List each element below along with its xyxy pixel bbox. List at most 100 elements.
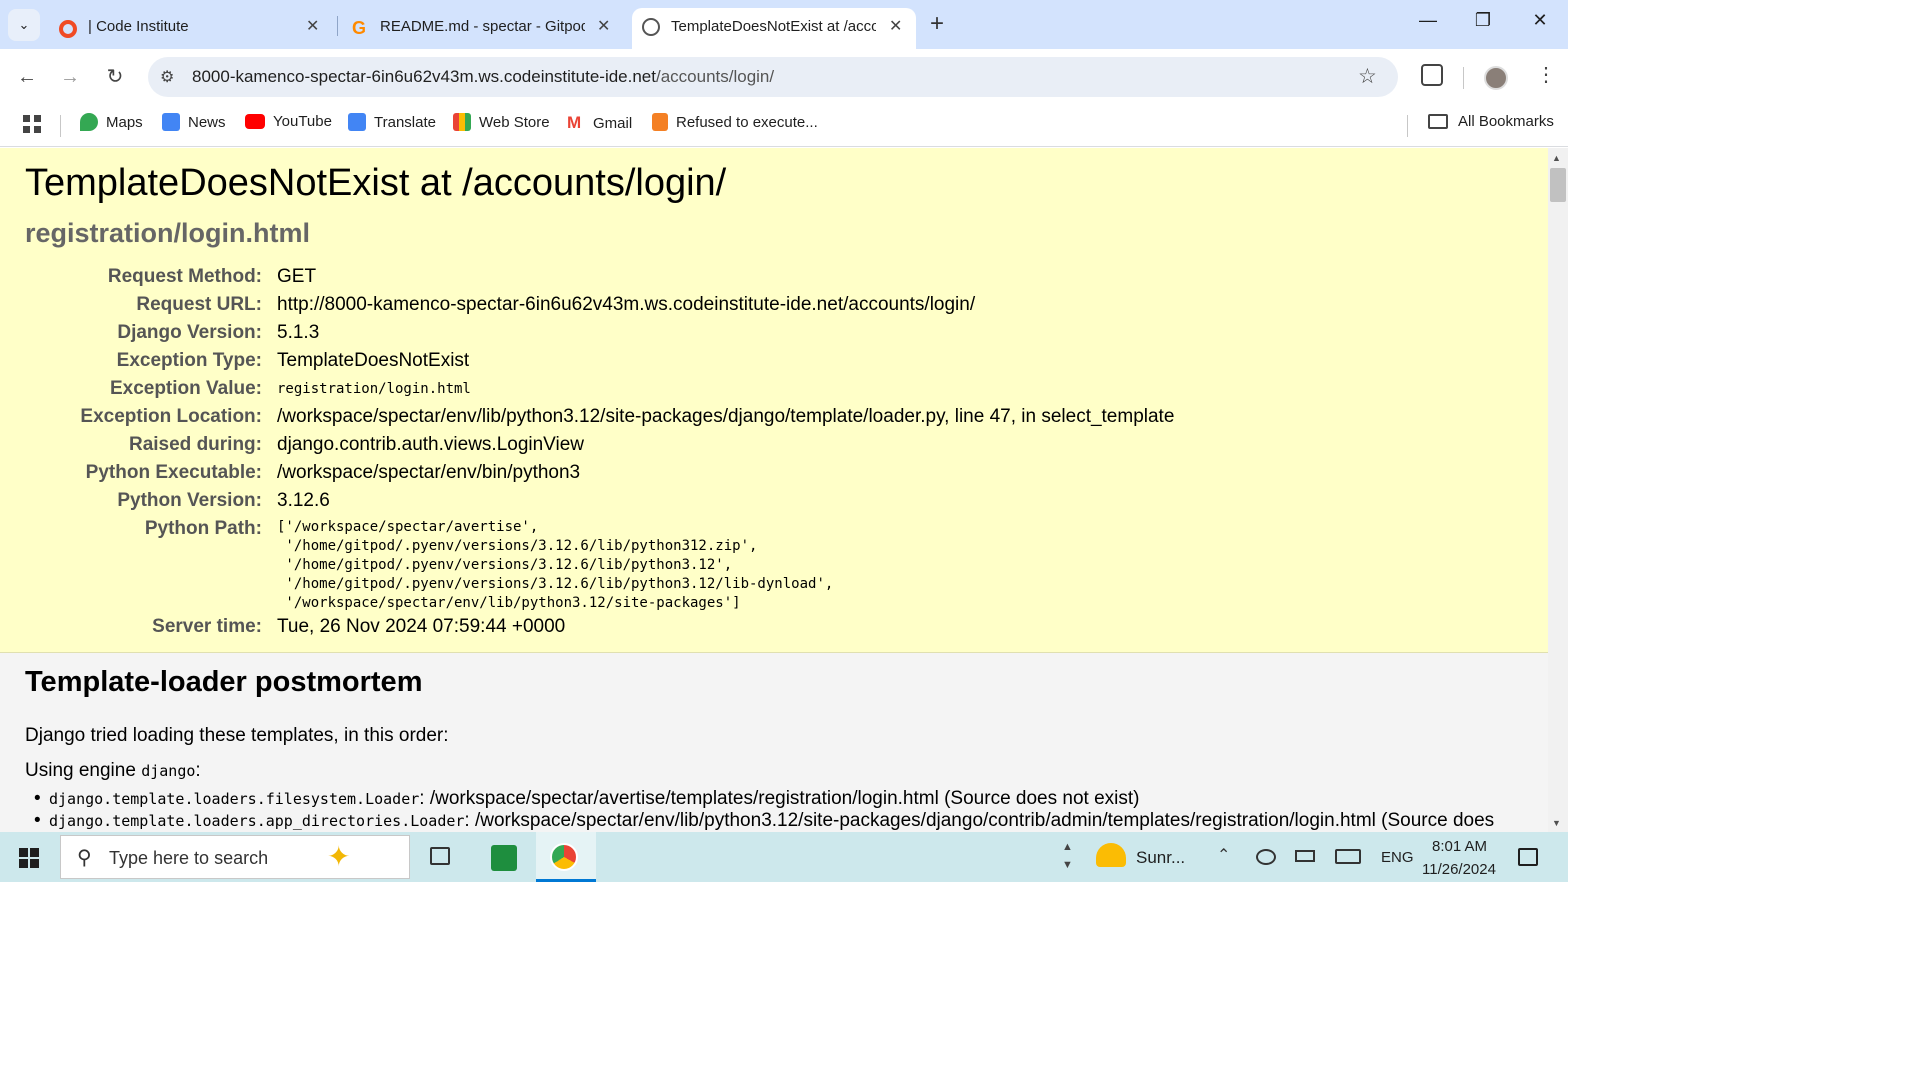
python-path-line: '/home/gitpod/.pyenv/versions/3.12.6/lib… xyxy=(277,576,834,592)
bullet-icon: • xyxy=(34,788,41,809)
meta-key: Exception Value: xyxy=(109,378,262,399)
clock-time[interactable]: 8:01 AM xyxy=(1432,838,1487,855)
bookmark-refused-to-execute[interactable]: Refused to execute... xyxy=(652,113,818,131)
bookmarks-divider xyxy=(1407,115,1408,137)
bookmark-youtube[interactable]: YouTube xyxy=(245,113,332,130)
bookmark-news[interactable]: News xyxy=(162,113,226,131)
all-bookmarks-label: All Bookmarks xyxy=(1458,113,1554,130)
code-institute-icon xyxy=(59,20,77,38)
bookmark-label: Gmail xyxy=(593,114,633,132)
address-bar[interactable]: ⚙ 8000-kamenco-spectar-6in6u62v43m.ws.co… xyxy=(148,57,1398,97)
scroll-up-icon[interactable]: ▲ xyxy=(1552,153,1561,163)
clock-date[interactable]: 11/26/2024 xyxy=(1422,861,1496,878)
apps-grid-icon[interactable] xyxy=(23,115,41,133)
news-icon xyxy=(162,113,180,131)
chrome-taskbar-button[interactable] xyxy=(536,832,596,882)
bookmark-maps[interactable]: Maps xyxy=(80,113,143,131)
python-path-line: '/home/gitpod/.pyenv/versions/3.12.6/lib… xyxy=(277,557,733,573)
bookmark-star-icon[interactable]: ☆ xyxy=(1358,64,1377,89)
reload-button[interactable]: ↻ xyxy=(101,63,129,91)
bookmark-translate[interactable]: Translate xyxy=(348,113,436,131)
engine-suffix: : xyxy=(195,760,201,781)
meta-value: django.contrib.auth.views.LoginView xyxy=(277,434,585,455)
avatar[interactable] xyxy=(1484,66,1508,90)
search-icon: ⚲ xyxy=(77,847,92,869)
meta-key: Raised during: xyxy=(128,434,262,455)
meta-key: Django Version: xyxy=(117,322,262,343)
onedrive-icon[interactable] xyxy=(1256,849,1276,865)
loader-sep: : xyxy=(419,788,430,809)
meta-value: /workspace/spectar/env/lib/python3.12/si… xyxy=(277,406,1175,427)
stackoverflow-icon xyxy=(652,113,668,131)
python-path-value: ['/workspace/spectar/avertise', '/home/g… xyxy=(277,518,833,613)
python-path-line: ['/workspace/spectar/avertise', xyxy=(277,519,539,535)
gitpod-icon: G xyxy=(352,18,367,38)
bookmarks-divider xyxy=(60,115,61,137)
taskbar: ⚲ Type here to search ✦ ▲ ▼ Sunr... ⌃ ENG… xyxy=(0,832,1568,882)
bookmark-label: Refused to execute... xyxy=(676,113,818,131)
bookmark-label: Translate xyxy=(374,113,436,131)
back-button[interactable]: ← xyxy=(13,63,41,91)
taskbar-search-box[interactable]: ⚲ Type here to search ✦ xyxy=(60,835,410,879)
battery-icon[interactable] xyxy=(1295,850,1315,862)
close-window-button[interactable]: ✕ xyxy=(1525,10,1555,31)
weather-icon[interactable] xyxy=(1096,843,1126,867)
minimize-button[interactable]: — xyxy=(1413,10,1443,31)
site-info-icon[interactable]: ⚙ xyxy=(160,67,174,87)
bookmark-label: Maps xyxy=(106,113,143,131)
forward-button[interactable]: → xyxy=(56,63,84,91)
tab-close-icon[interactable]: ✕ xyxy=(597,16,610,36)
postmortem-intro: Django tried loading these templates, in… xyxy=(25,725,449,746)
meta-key: Python Version: xyxy=(117,490,262,511)
bookmark-label: Web Store xyxy=(479,113,550,131)
task-view-icon[interactable] xyxy=(430,847,450,865)
restore-button[interactable]: ❐ xyxy=(1468,10,1498,31)
windows-start-icon[interactable] xyxy=(19,848,39,868)
meta-value: TemplateDoesNotExist xyxy=(277,350,470,371)
folder-icon xyxy=(1428,114,1448,129)
arrow-left-icon: ← xyxy=(17,66,37,88)
scroll-down-icon[interactable]: ▼ xyxy=(1552,818,1561,828)
tab-code-institute[interactable]: | Code Institute ✕ xyxy=(48,8,332,49)
tab-close-icon[interactable]: ✕ xyxy=(889,16,902,36)
chevron-up-icon[interactable]: ⌃ xyxy=(1217,845,1230,865)
tab-title: TemplateDoesNotExist at /accou xyxy=(671,18,876,35)
menu-kebab-icon[interactable]: ⋮ xyxy=(1536,62,1556,87)
new-tab-button[interactable]: + xyxy=(930,10,944,38)
tab-template-error[interactable]: TemplateDoesNotExist at /accou ✕ xyxy=(632,8,916,49)
all-bookmarks-button[interactable]: All Bookmarks xyxy=(1428,113,1554,130)
meta-key: Request Method: xyxy=(107,266,262,287)
error-summary: TemplateDoesNotExist at /accounts/login/… xyxy=(0,148,1548,653)
bookmark-web-store[interactable]: Web Store xyxy=(453,113,550,131)
bookmark-gmail[interactable]: M Gmail xyxy=(567,113,632,133)
meta-value: GET xyxy=(277,266,317,287)
language-indicator[interactable]: ENG xyxy=(1381,849,1414,866)
weather-text[interactable]: Sunr... xyxy=(1136,848,1185,868)
notifications-icon[interactable] xyxy=(1518,848,1538,866)
youtube-icon xyxy=(245,114,265,129)
bookmark-label: News xyxy=(188,113,226,131)
meta-value: /workspace/spectar/env/bin/python3 xyxy=(277,462,581,483)
url-text[interactable]: 8000-kamenco-spectar-6in6u62v43m.ws.code… xyxy=(192,67,774,87)
url-path: /accounts/login/ xyxy=(655,67,775,86)
chevron-down-icon: ⌄ xyxy=(18,17,30,32)
scrollbar-thumb[interactable] xyxy=(1550,168,1566,202)
maps-icon xyxy=(80,113,98,131)
url-host: 8000-kamenco-spectar-6in6u62v43m.ws.code… xyxy=(192,67,656,86)
scroll-taskbar-icon[interactable]: ▲ ▼ xyxy=(1062,838,1073,874)
gmail-icon: M xyxy=(567,113,582,132)
tab-gitpod[interactable]: G README.md - spectar - Gitpod ✕ xyxy=(340,8,625,49)
meta-value: 3.12.6 xyxy=(277,490,330,511)
python-path-line: '/home/gitpod/.pyenv/versions/3.12.6/lib… xyxy=(277,538,758,554)
app-icon[interactable] xyxy=(491,845,517,871)
keyboard-icon[interactable] xyxy=(1335,849,1361,864)
loader-name: django.template.loaders.app_directories.… xyxy=(49,812,465,830)
extensions-icon[interactable] xyxy=(1421,64,1443,86)
tab-search-button[interactable]: ⌄ xyxy=(8,9,40,41)
page-scrollbar[interactable] xyxy=(1548,148,1568,832)
reload-icon: ↻ xyxy=(106,66,124,88)
meta-key: Server time: xyxy=(152,616,262,637)
tab-separator xyxy=(337,16,338,36)
bookmark-label: YouTube xyxy=(273,113,332,130)
tab-close-icon[interactable]: ✕ xyxy=(306,16,319,36)
